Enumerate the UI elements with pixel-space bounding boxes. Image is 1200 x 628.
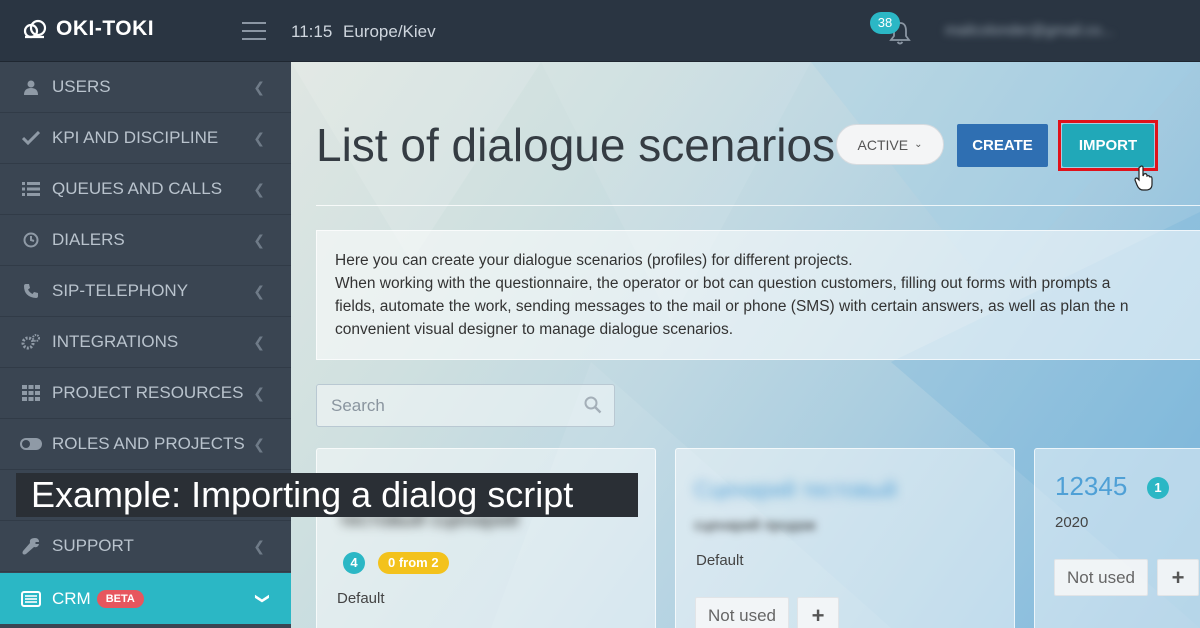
clock-timezone: Europe/Kiev xyxy=(343,22,436,41)
info-line: convenient visual designer to manage dia… xyxy=(335,321,734,338)
sidebar-item-queues[interactable]: QUEUES AND CALLS ❮ xyxy=(0,164,291,215)
card-title[interactable]: Сценарий тестовый xyxy=(694,477,897,503)
scenario-card[interactable]: 12345 1 2020 Not used + xyxy=(1034,448,1200,628)
card-subtitle: сценарий продаж xyxy=(694,517,816,534)
top-bar: OKI-TOKI 11:15 Europe/Kiev 38 mailcolond… xyxy=(0,0,1200,62)
card-group-label: 2020 xyxy=(1055,514,1089,531)
chevron-left-icon: ❮ xyxy=(253,232,265,248)
brand-logo[interactable]: OKI-TOKI xyxy=(22,17,154,41)
main-content: List of dialogue scenarios ACTIVE ⌄ CREA… xyxy=(291,62,1200,628)
notification-badge[interactable]: 38 xyxy=(870,12,900,34)
sidebar-item-label: CRM xyxy=(52,588,91,608)
chevron-left-icon: ❮ xyxy=(253,385,265,401)
beta-badge: BETA xyxy=(96,589,144,608)
chevron-down-icon: ❮ xyxy=(252,592,269,605)
user-icon xyxy=(20,78,42,96)
chevron-left-icon: ❮ xyxy=(253,283,265,299)
sidebar-item-users[interactable]: USERS ❮ xyxy=(0,62,291,113)
sidebar-item-roles[interactable]: ROLES AND PROJECTS ❮ xyxy=(0,419,291,470)
page-title: List of dialogue scenarios xyxy=(316,119,836,171)
info-line: When working with the questionnaire, the… xyxy=(335,275,1111,292)
phone-icon xyxy=(20,282,42,300)
sidebar: USERS ❮ KPI AND DISCIPLINE ❮ QUEUES AND … xyxy=(0,62,291,628)
header-divider xyxy=(316,205,1200,206)
card-group-label: Default xyxy=(696,552,744,569)
search-box[interactable] xyxy=(316,384,615,427)
sidebar-item-project-resources[interactable]: PROJECT RESOURCES ❮ xyxy=(0,368,291,419)
sidebar-item-label: SUPPORT xyxy=(52,536,134,555)
status-filter-dropdown[interactable]: ACTIVE ⌄ xyxy=(836,124,944,165)
sidebar-item-sip[interactable]: SIP-TELEPHONY ❮ xyxy=(0,266,291,317)
sidebar-item-label: INTEGRATIONS xyxy=(52,332,179,351)
clock: 11:15 Europe/Kiev xyxy=(291,22,436,42)
gears-icon xyxy=(20,333,42,351)
create-button[interactable]: CREATE xyxy=(957,124,1048,167)
cloud-logo-icon xyxy=(23,19,47,39)
search-icon xyxy=(584,396,602,414)
chevron-left-icon: ❮ xyxy=(253,181,265,197)
toggle-icon xyxy=(20,435,42,453)
not-used-button[interactable]: Not used xyxy=(695,597,789,628)
chevron-left-icon: ❮ xyxy=(253,538,265,554)
count-badge: 4 xyxy=(343,552,365,574)
sidebar-item-support[interactable]: SUPPORT ❮ xyxy=(0,521,291,572)
sidebar-item-label: SIP-TELEPHONY xyxy=(52,281,189,300)
menu-toggle-icon[interactable] xyxy=(242,22,266,40)
brand-name: OKI-TOKI xyxy=(56,17,155,40)
chevron-left-icon: ❮ xyxy=(253,334,265,350)
sidebar-item-label: KPI AND DISCIPLINE xyxy=(52,128,219,147)
card-title[interactable]: 12345 xyxy=(1055,471,1127,502)
search-input[interactable] xyxy=(317,385,557,426)
count-badge: 1 xyxy=(1147,477,1169,499)
sidebar-item-integrations[interactable]: INTEGRATIONS ❮ xyxy=(0,317,291,368)
usage-badge: 0 from 2 xyxy=(378,552,449,574)
chevron-left-icon: ❮ xyxy=(253,79,265,95)
wrench-icon xyxy=(20,537,42,555)
sidebar-item-dialers[interactable]: DIALERS ❮ xyxy=(0,215,291,266)
highlight-outline xyxy=(1058,120,1158,171)
add-button[interactable]: + xyxy=(797,597,839,628)
sidebar-item-label: QUEUES AND CALLS xyxy=(52,179,223,198)
scenario-card[interactable]: Сценарий тестовый сценарий продаж Defaul… xyxy=(675,448,1015,628)
info-line: fields, automate the work, sending messa… xyxy=(335,298,1129,315)
not-used-button[interactable]: Not used xyxy=(1054,559,1148,596)
sidebar-item-label: PROJECT RESOURCES xyxy=(52,383,244,402)
chevron-down-icon: ⌄ xyxy=(914,139,923,150)
chevron-left-icon: ❮ xyxy=(253,130,265,146)
add-button[interactable]: + xyxy=(1157,559,1199,596)
caption-overlay: Example: Importing a dialog script xyxy=(16,473,638,517)
clock-icon xyxy=(20,231,42,249)
list-icon xyxy=(20,180,42,198)
user-email[interactable]: mailcolonder@gmail.co... xyxy=(945,22,1114,39)
sidebar-item-label: DIALERS xyxy=(52,230,125,249)
hand-cursor-icon xyxy=(1134,165,1153,191)
chevron-left-icon: ❮ xyxy=(253,436,265,452)
crm-icon xyxy=(20,590,42,608)
grid-icon xyxy=(20,384,42,402)
clock-time: 11:15 xyxy=(291,22,333,41)
sidebar-item-crm[interactable]: CRM BETA ❮ xyxy=(0,573,291,624)
sidebar-item-label: ROLES AND PROJECTS xyxy=(52,434,245,453)
sidebar-item-kpi[interactable]: KPI AND DISCIPLINE ❮ xyxy=(0,113,291,164)
card-group-label: Default xyxy=(337,590,385,607)
check-icon xyxy=(20,129,42,147)
info-panel: Here you can create your dialogue scenar… xyxy=(316,230,1200,360)
info-line: Here you can create your dialogue scenar… xyxy=(335,252,853,269)
status-filter-label: ACTIVE xyxy=(857,136,909,153)
sidebar-item-label: USERS xyxy=(52,77,111,96)
